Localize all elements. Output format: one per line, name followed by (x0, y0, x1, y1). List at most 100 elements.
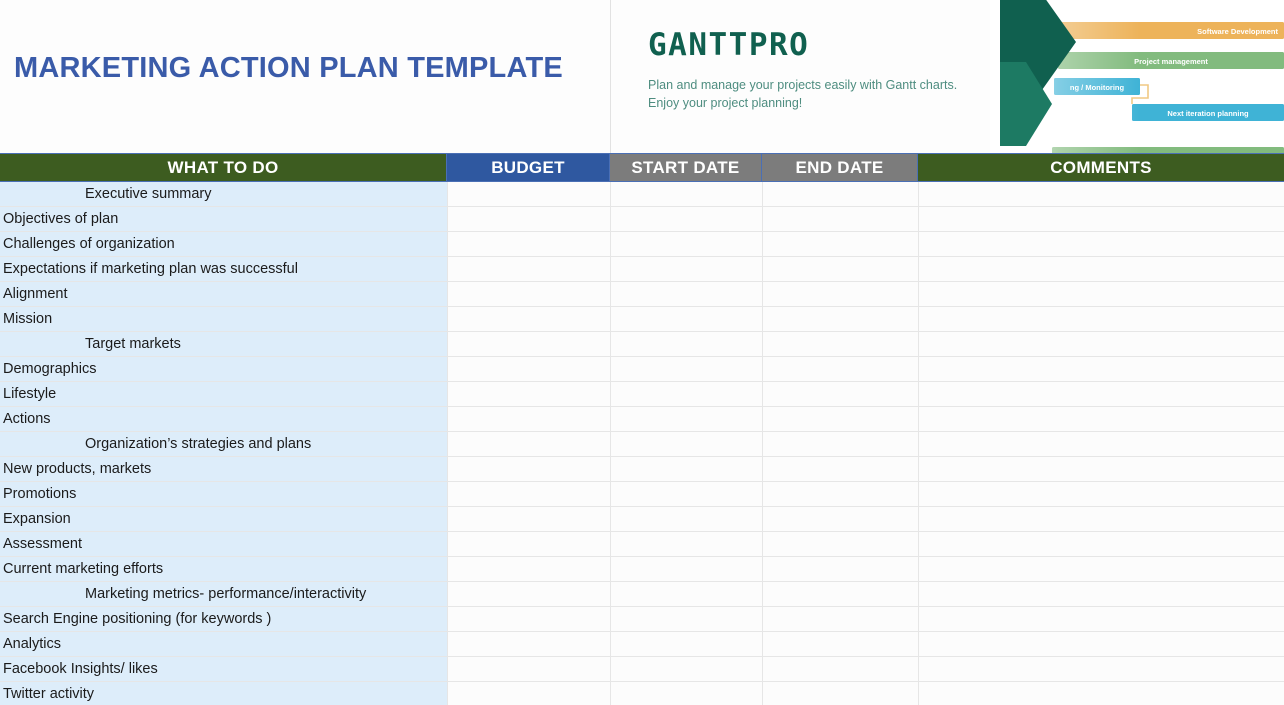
cell-end-date[interactable] (762, 357, 918, 382)
cell-budget[interactable] (447, 257, 610, 282)
cell-what-to-do[interactable]: Executive summary (0, 182, 447, 207)
cell-start-date[interactable] (610, 632, 762, 657)
cell-what-to-do[interactable]: Assessment (0, 532, 447, 557)
column-header-comments[interactable]: COMMENTS (918, 153, 1284, 182)
cell-budget[interactable] (447, 332, 610, 357)
column-header-start-date[interactable]: START DATE (610, 153, 762, 182)
cell-budget[interactable] (447, 557, 610, 582)
cell-start-date[interactable] (610, 457, 762, 482)
cell-budget[interactable] (447, 282, 610, 307)
cell-start-date[interactable] (610, 257, 762, 282)
cell-start-date[interactable] (610, 532, 762, 557)
cell-start-date[interactable] (610, 207, 762, 232)
cell-start-date[interactable] (610, 182, 762, 207)
cell-budget[interactable] (447, 657, 610, 682)
cell-comments[interactable] (918, 507, 1284, 532)
cell-end-date[interactable] (762, 582, 918, 607)
cell-comments[interactable] (918, 182, 1284, 207)
cell-budget[interactable] (447, 232, 610, 257)
cell-comments[interactable] (918, 532, 1284, 557)
cell-comments[interactable] (918, 282, 1284, 307)
cell-comments[interactable] (918, 657, 1284, 682)
column-header-budget[interactable]: BUDGET (447, 153, 610, 182)
cell-end-date[interactable] (762, 332, 918, 357)
cell-what-to-do[interactable]: Mission (0, 307, 447, 332)
cell-start-date[interactable] (610, 357, 762, 382)
cell-end-date[interactable] (762, 682, 918, 705)
cell-end-date[interactable] (762, 607, 918, 632)
cell-end-date[interactable] (762, 482, 918, 507)
cell-budget[interactable] (447, 532, 610, 557)
cell-start-date[interactable] (610, 307, 762, 332)
cell-start-date[interactable] (610, 407, 762, 432)
cell-comments[interactable] (918, 207, 1284, 232)
cell-budget[interactable] (447, 357, 610, 382)
cell-start-date[interactable] (610, 557, 762, 582)
cell-comments[interactable] (918, 632, 1284, 657)
cell-comments[interactable] (918, 432, 1284, 457)
cell-budget[interactable] (447, 682, 610, 705)
cell-end-date[interactable] (762, 532, 918, 557)
cell-what-to-do[interactable]: Actions (0, 407, 447, 432)
cell-what-to-do[interactable]: Marketing metrics- performance/interacti… (0, 582, 447, 607)
cell-budget[interactable] (447, 207, 610, 232)
cell-comments[interactable] (918, 607, 1284, 632)
cell-comments[interactable] (918, 357, 1284, 382)
cell-end-date[interactable] (762, 457, 918, 482)
cell-end-date[interactable] (762, 407, 918, 432)
cell-budget[interactable] (447, 507, 610, 532)
column-header-end-date[interactable]: END DATE (762, 153, 918, 182)
cell-what-to-do[interactable]: Current marketing efforts (0, 557, 447, 582)
cell-end-date[interactable] (762, 232, 918, 257)
cell-budget[interactable] (447, 407, 610, 432)
cell-what-to-do[interactable]: Target markets (0, 332, 447, 357)
cell-budget[interactable] (447, 632, 610, 657)
cell-what-to-do[interactable]: Promotions (0, 482, 447, 507)
cell-budget[interactable] (447, 307, 610, 332)
cell-comments[interactable] (918, 382, 1284, 407)
cell-what-to-do[interactable]: Alignment (0, 282, 447, 307)
cell-what-to-do[interactable]: Objectives of plan (0, 207, 447, 232)
cell-what-to-do[interactable]: Search Engine positioning (for keywords … (0, 607, 447, 632)
cell-comments[interactable] (918, 482, 1284, 507)
cell-what-to-do[interactable]: New products, markets (0, 457, 447, 482)
cell-budget[interactable] (447, 432, 610, 457)
cell-end-date[interactable] (762, 382, 918, 407)
cell-end-date[interactable] (762, 632, 918, 657)
cell-end-date[interactable] (762, 557, 918, 582)
cell-end-date[interactable] (762, 507, 918, 532)
cell-start-date[interactable] (610, 682, 762, 705)
cell-comments[interactable] (918, 307, 1284, 332)
cell-comments[interactable] (918, 407, 1284, 432)
cell-start-date[interactable] (610, 582, 762, 607)
cell-end-date[interactable] (762, 307, 918, 332)
cell-budget[interactable] (447, 607, 610, 632)
cell-end-date[interactable] (762, 182, 918, 207)
cell-what-to-do[interactable]: Organization’s strategies and plans (0, 432, 447, 457)
cell-end-date[interactable] (762, 207, 918, 232)
cell-what-to-do[interactable]: Expectations if marketing plan was succe… (0, 257, 447, 282)
cell-budget[interactable] (447, 482, 610, 507)
cell-start-date[interactable] (610, 507, 762, 532)
cell-start-date[interactable] (610, 232, 762, 257)
cell-end-date[interactable] (762, 257, 918, 282)
cell-comments[interactable] (918, 582, 1284, 607)
cell-what-to-do[interactable]: Lifestyle (0, 382, 447, 407)
cell-budget[interactable] (447, 382, 610, 407)
cell-budget[interactable] (447, 457, 610, 482)
cell-what-to-do[interactable]: Challenges of organization (0, 232, 447, 257)
cell-start-date[interactable] (610, 432, 762, 457)
cell-what-to-do[interactable]: Facebook Insights/ likes (0, 657, 447, 682)
cell-end-date[interactable] (762, 282, 918, 307)
cell-end-date[interactable] (762, 432, 918, 457)
cell-start-date[interactable] (610, 482, 762, 507)
cell-comments[interactable] (918, 257, 1284, 282)
cell-start-date[interactable] (610, 607, 762, 632)
cell-comments[interactable] (918, 557, 1284, 582)
cell-what-to-do[interactable]: Demographics (0, 357, 447, 382)
cell-comments[interactable] (918, 232, 1284, 257)
cell-end-date[interactable] (762, 657, 918, 682)
cell-comments[interactable] (918, 332, 1284, 357)
cell-start-date[interactable] (610, 332, 762, 357)
cell-what-to-do[interactable]: Expansion (0, 507, 447, 532)
